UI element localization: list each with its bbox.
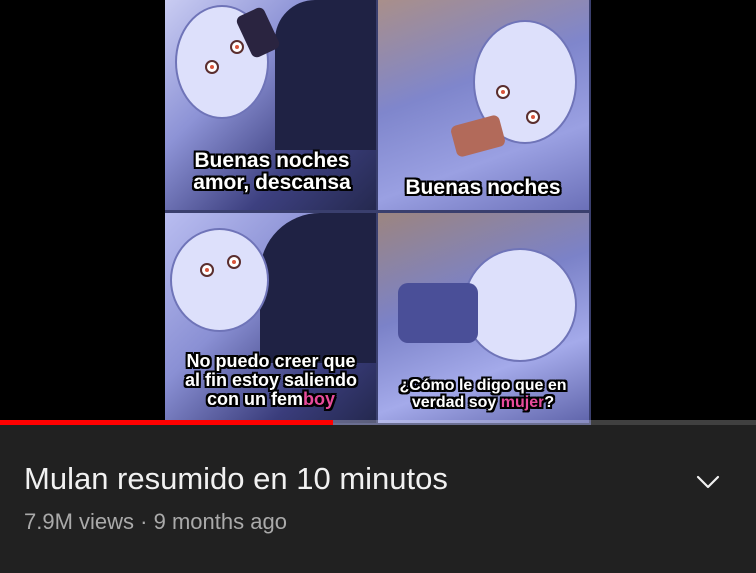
caption-panel3-line1: No puedo creer que	[186, 351, 356, 371]
meme-panel-4: ¿Cómo le digo que en verdad soy mujer?	[378, 213, 589, 423]
chevron-down-icon	[696, 475, 720, 489]
caption-panel4-line2c: ?	[544, 393, 555, 411]
progress-bar[interactable]	[0, 420, 756, 425]
caption-panel3-line2: al fin estoy saliendo	[184, 369, 358, 390]
character-boy-head	[170, 228, 269, 332]
meme-panel-2: Buenas noches	[378, 0, 589, 210]
video-player[interactable]: Buenas noches amor, descansa Buenas noch…	[0, 0, 756, 425]
progress-bar-fill	[0, 420, 333, 425]
caption-panel4-line2b: mujer	[500, 393, 545, 411]
caption-panel3-line3b: boy	[303, 388, 336, 409]
caption-panel2: Buenas noches	[405, 176, 561, 199]
expand-description-button[interactable]	[692, 466, 724, 498]
video-metadata: 7.9M views · 9 months ago	[24, 509, 287, 535]
meta-separator: ·	[140, 509, 148, 534]
upload-age: 9 months ago	[153, 509, 287, 534]
meme-panel-1: Buenas noches amor, descansa	[165, 0, 376, 210]
caption-panel4-line2a: verdad soy	[411, 393, 501, 411]
character-girl-head	[463, 248, 577, 362]
phone	[449, 114, 507, 158]
meme-panel-3: No puedo creer que al fin estoy saliendo…	[165, 213, 376, 423]
caption-panel3-line3a: con un fem	[206, 388, 303, 409]
caption-panel1-line2: amor, descansa	[193, 171, 351, 195]
video-thumbnail-meme: Buenas noches amor, descansa Buenas noch…	[165, 0, 591, 425]
video-title[interactable]: Mulan resumido en 10 minutos	[24, 461, 448, 497]
caption-panel1-line1: Buenas noches	[194, 149, 350, 172]
view-count: 7.9M views	[24, 509, 135, 534]
caption-panel4-line1: ¿Cómo le digo que en	[399, 377, 567, 394]
